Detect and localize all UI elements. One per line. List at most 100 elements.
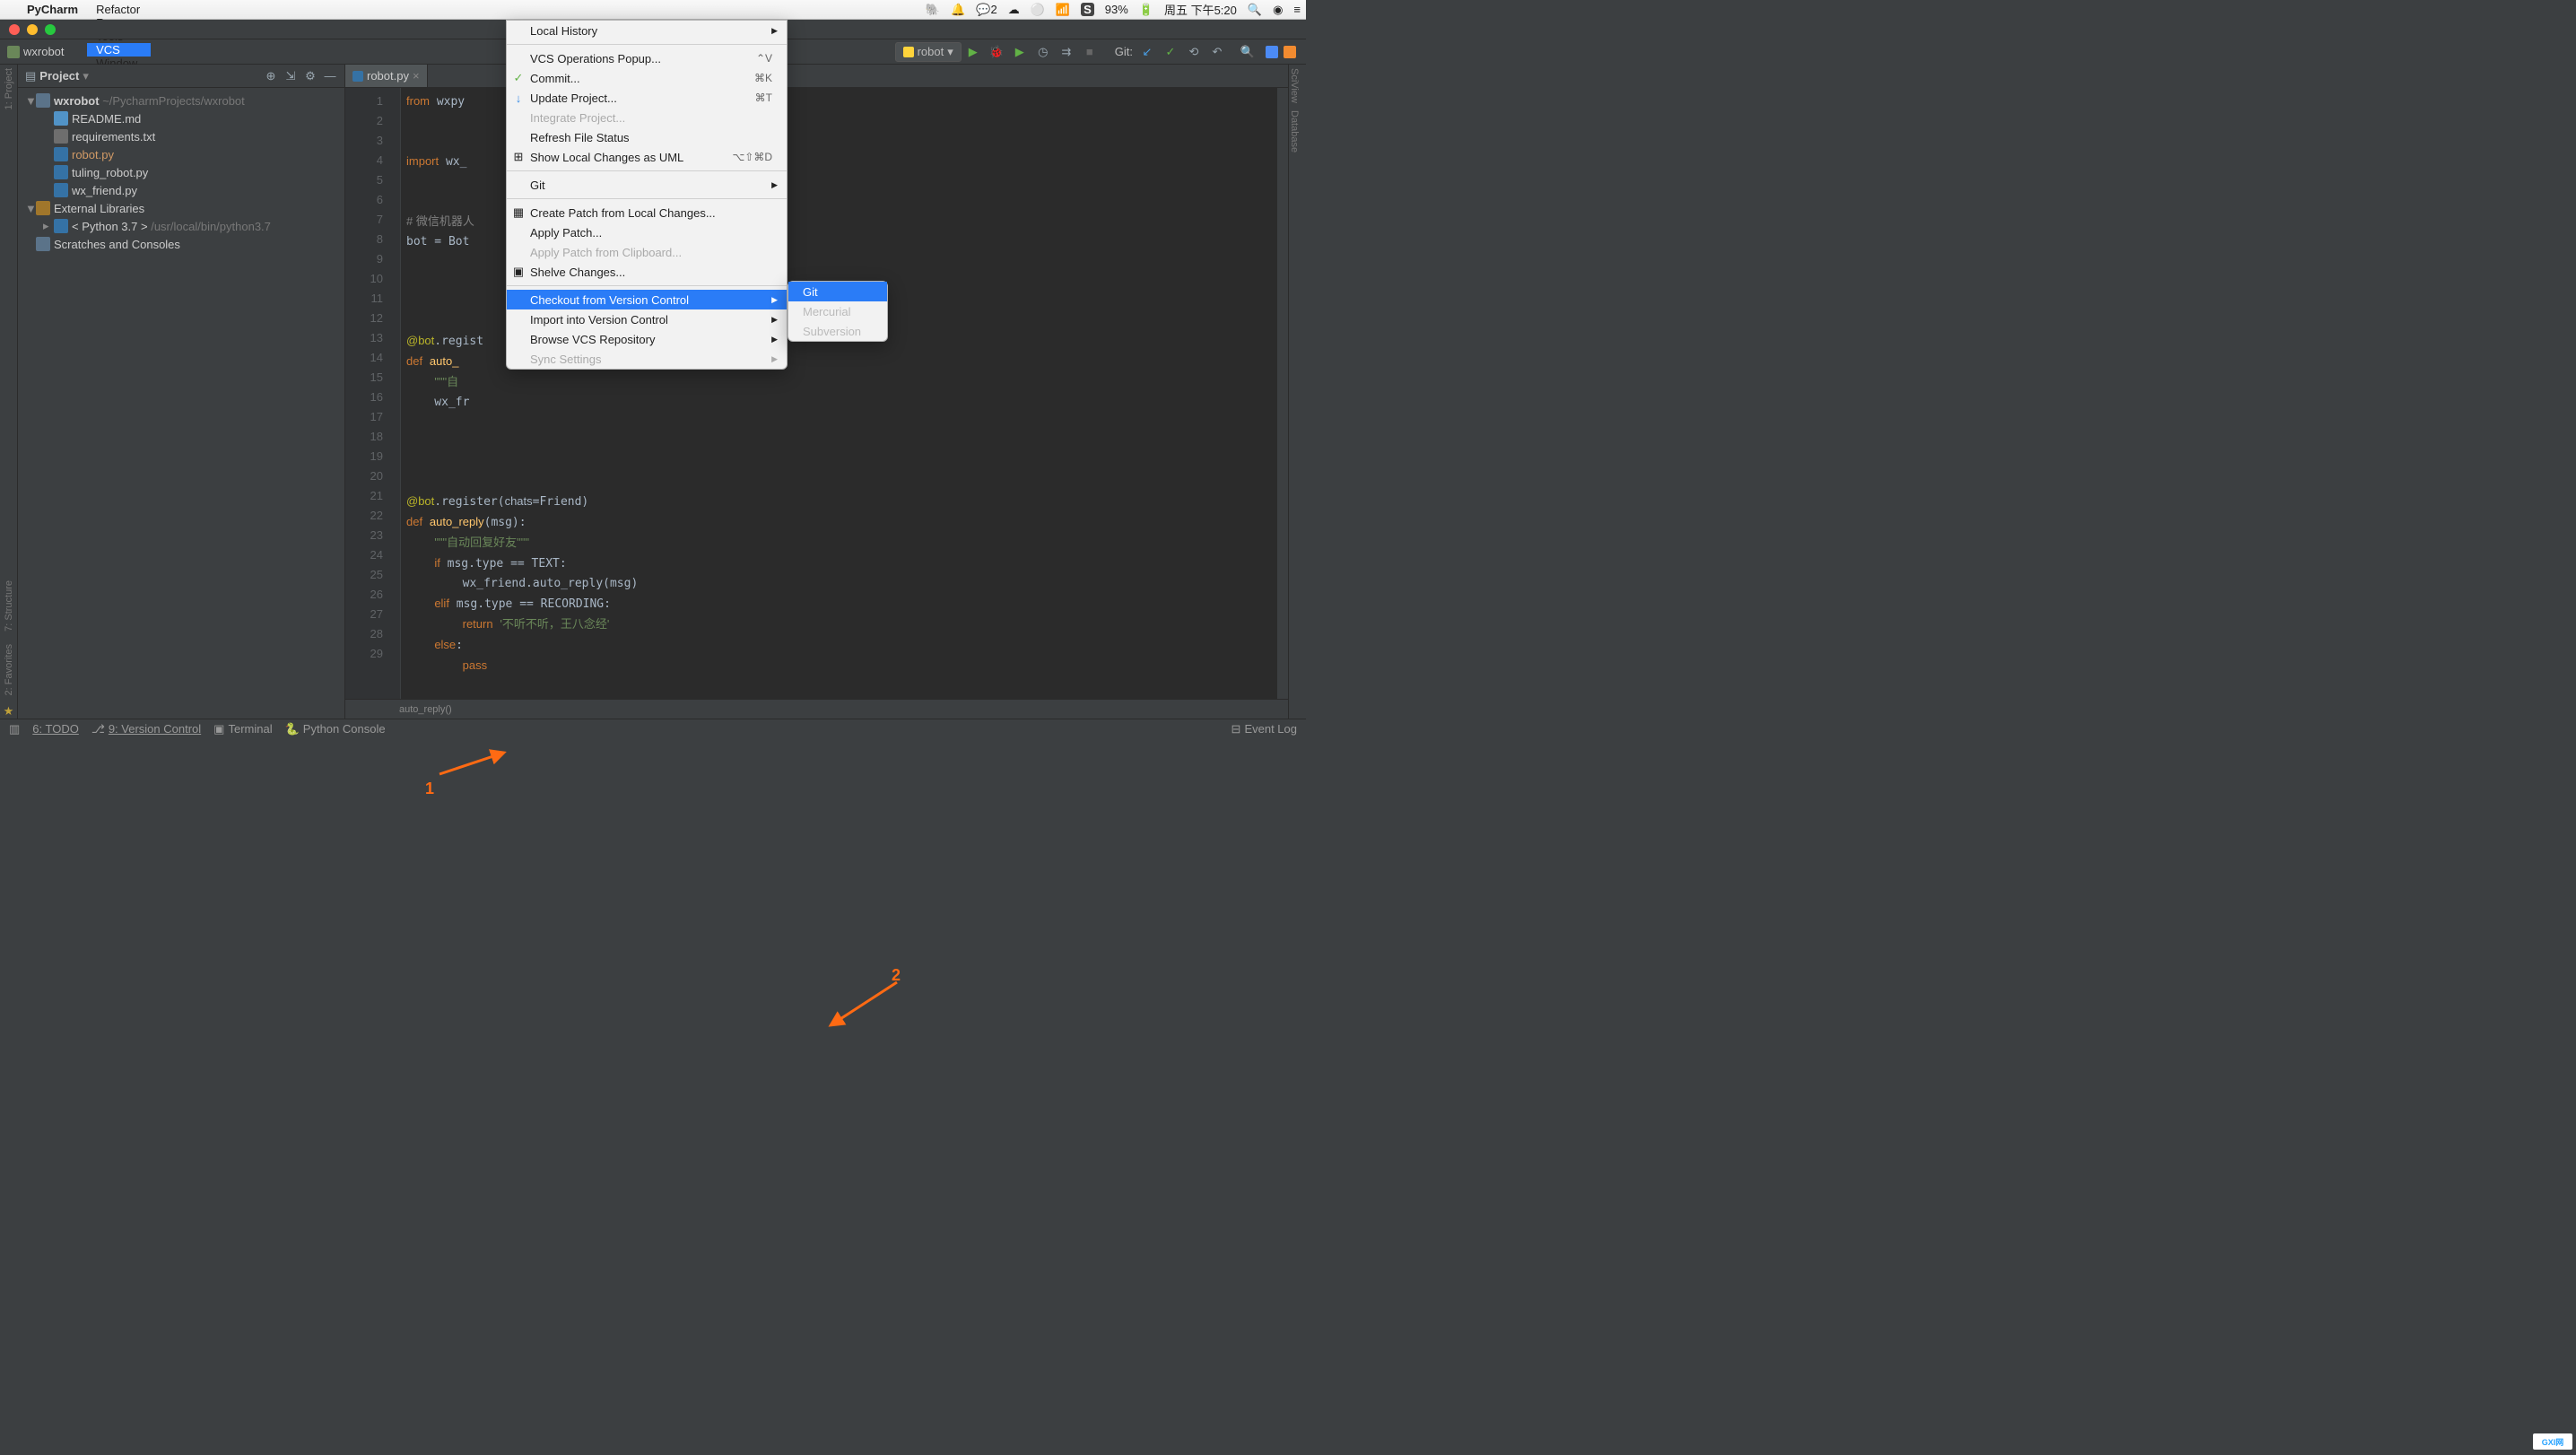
bluetooth-icon[interactable]: ⚪: [1025, 3, 1050, 17]
project-folder-icon: [7, 46, 20, 58]
menu-refactor[interactable]: Refactor: [87, 3, 151, 16]
star-icon[interactable]: ★: [4, 704, 14, 719]
tree-file[interactable]: wx_friend.py: [18, 181, 344, 199]
checkout-submenu: GitMercurialSubversion: [788, 281, 888, 342]
translate-button[interactable]: [1284, 46, 1296, 58]
sync-icon[interactable]: ☁: [1003, 3, 1025, 17]
menu-item[interactable]: ✓Commit...⌘K: [507, 68, 787, 88]
menu-item[interactable]: ▣Shelve Changes...: [507, 262, 787, 282]
notification-icon[interactable]: 🔔: [945, 3, 970, 17]
submenu-arrow-icon: ▶: [771, 354, 778, 364]
menu-item[interactable]: Checkout from Version Control▶: [507, 290, 787, 309]
menu-item-label: VCS Operations Popup...: [530, 52, 661, 65]
database-tool-tab[interactable]: Database: [1289, 107, 1300, 156]
submenu-item[interactable]: Mercurial: [788, 301, 887, 321]
settings-icon[interactable]: ⚙: [303, 69, 318, 83]
status-todo[interactable]: 6: TODO: [32, 722, 79, 736]
search-everywhere-button[interactable]: 🔍: [1239, 43, 1257, 61]
menu-lead-icon: ▦: [512, 205, 525, 220]
status-pyconsole[interactable]: 🐍 Python Console: [285, 722, 386, 736]
siri-icon[interactable]: ◉: [1267, 3, 1288, 17]
menu-item[interactable]: Git▶: [507, 175, 787, 195]
status-eventlog[interactable]: ⊟ Event Log: [1231, 722, 1297, 736]
minimize-window-icon[interactable]: [27, 24, 38, 35]
python-sdk[interactable]: ▸ < Python 3.7 > /usr/local/bin/python3.…: [18, 217, 344, 235]
menu-item[interactable]: Import into Version Control▶: [507, 309, 787, 329]
project-view-icon: ▤: [25, 69, 36, 83]
editor-scrollbar[interactable]: [1277, 88, 1288, 699]
menu-lead-icon: ⊞: [512, 150, 525, 164]
file-name: robot.py: [72, 148, 114, 161]
clock[interactable]: 周五 下午5:20: [1159, 1, 1242, 18]
tree-file[interactable]: tuling_robot.py: [18, 163, 344, 181]
menu-vcs[interactable]: VCS: [87, 43, 151, 57]
menu-item-label: Sync Settings: [530, 353, 602, 366]
tree-file[interactable]: README.md: [18, 109, 344, 127]
menu-item[interactable]: VCS Operations Popup...⌃V: [507, 48, 787, 68]
status-bar: ▥ 6: TODO ⎇ 9: Version Control ▣ Termina…: [0, 719, 1306, 738]
wechat-icon[interactable]: 💬 2: [970, 3, 1002, 17]
git-revert-button[interactable]: ↶: [1208, 43, 1226, 61]
zoom-window-icon[interactable]: [45, 24, 56, 35]
project-sidebar: ▤ Project ▾ ⊕ ⇲ ⚙ — ▼ wxrobot ~/PycharmP…: [18, 65, 345, 719]
git-label: Git:: [1115, 43, 1133, 61]
run-config-selector[interactable]: robot ▾: [895, 42, 962, 62]
menu-shortcut: ⌥⇧⌘D: [732, 151, 772, 163]
folder-icon: [36, 93, 50, 108]
git-commit-button[interactable]: ✓: [1162, 43, 1179, 61]
menu-item-label: Shelve Changes...: [530, 266, 625, 279]
status-show-views[interactable]: ▥: [9, 722, 20, 736]
sciview-tool-tab[interactable]: SciView: [1289, 65, 1300, 107]
submenu-item[interactable]: Subversion: [788, 321, 887, 341]
git-update-button[interactable]: ↙: [1138, 43, 1156, 61]
spotlight-icon[interactable]: 🔍: [1242, 3, 1267, 17]
project-tool-tab[interactable]: 1: Project: [4, 65, 14, 113]
menu-item[interactable]: Browse VCS Repository▶: [507, 329, 787, 349]
favorites-tool-tab[interactable]: 2: Favorites: [4, 640, 14, 699]
menu-item-label: Apply Patch...: [530, 226, 602, 240]
menu-item[interactable]: Apply Patch...: [507, 222, 787, 242]
menu-item: Integrate Project...: [507, 108, 787, 127]
chevron-down-icon: ▾: [947, 45, 953, 59]
editor-body[interactable]: 1234567891011121314151617181920212223242…: [345, 88, 1288, 699]
structure-tool-tab[interactable]: 7: Structure: [4, 577, 14, 635]
sidebar-title[interactable]: Project: [39, 69, 79, 83]
git-history-button[interactable]: ⟲: [1185, 43, 1203, 61]
profile-button[interactable]: ◷: [1034, 43, 1052, 61]
tree-root[interactable]: ▼ wxrobot ~/PycharmProjects/wxrobot: [18, 91, 344, 109]
menu-item[interactable]: Local History▶: [507, 21, 787, 40]
tree-file[interactable]: robot.py: [18, 145, 344, 163]
md-file-icon: [54, 111, 68, 126]
expand-all-icon[interactable]: ⇲: [283, 69, 298, 83]
evernote-icon[interactable]: 🐘: [920, 3, 945, 17]
editor-breadcrumb[interactable]: auto_reply(): [345, 699, 1288, 719]
close-tab-icon[interactable]: ×: [413, 69, 420, 83]
coverage-button[interactable]: ▶: [1011, 43, 1029, 61]
menu-icon[interactable]: ≡: [1288, 3, 1306, 16]
external-libraries[interactable]: ▼ External Libraries: [18, 199, 344, 217]
run-button[interactable]: ▶: [964, 43, 982, 61]
status-terminal[interactable]: ▣ Terminal: [213, 722, 272, 736]
tab-robot-py[interactable]: robot.py ×: [345, 65, 428, 87]
breadcrumb-root[interactable]: wxrobot: [23, 45, 65, 58]
battery-icon[interactable]: 🔋: [1134, 3, 1159, 17]
chevron-down-icon[interactable]: ▾: [83, 69, 89, 83]
menu-item[interactable]: ↓Update Project...⌘T: [507, 88, 787, 108]
tree-file[interactable]: requirements.txt: [18, 127, 344, 145]
python-file-icon: [352, 71, 363, 82]
debug-button[interactable]: 🐞: [988, 43, 1005, 61]
attach-button[interactable]: ⇉: [1057, 43, 1075, 61]
wifi-icon[interactable]: 📶: [1050, 3, 1075, 17]
locate-icon[interactable]: ⊕: [264, 69, 278, 83]
sogou-icon[interactable]: S: [1075, 3, 1100, 16]
stop-button[interactable]: ■: [1081, 43, 1099, 61]
scratches[interactable]: Scratches and Consoles: [18, 235, 344, 253]
menu-item[interactable]: ⊞Show Local Changes as UML⌥⇧⌘D: [507, 147, 787, 167]
menu-item[interactable]: ▦Create Patch from Local Changes...: [507, 203, 787, 222]
menu-item[interactable]: Refresh File Status: [507, 127, 787, 147]
close-window-icon[interactable]: [9, 24, 20, 35]
submenu-item[interactable]: Git: [788, 282, 887, 301]
minimize-icon[interactable]: —: [323, 69, 337, 83]
yandex-button[interactable]: [1266, 46, 1278, 58]
status-vcs[interactable]: ⎇ 9: Version Control: [91, 722, 201, 736]
